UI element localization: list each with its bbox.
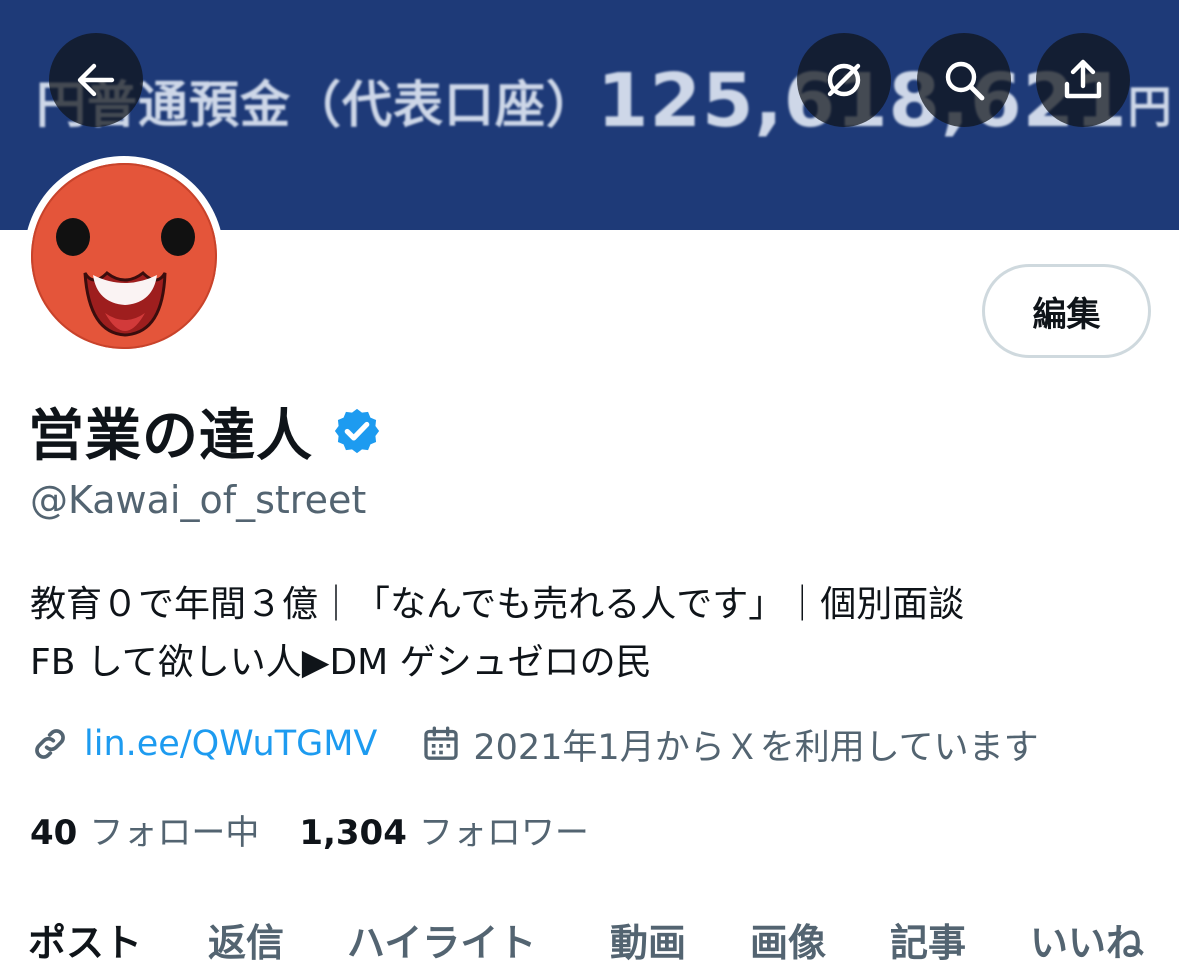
search-icon (945, 61, 985, 101)
tab-images[interactable]: 画像 (750, 912, 826, 966)
share-button[interactable] (1036, 33, 1130, 127)
user-handle: @Kawai_of_street (30, 478, 367, 522)
verified-badge-icon[interactable] (331, 405, 383, 457)
link-icon (35, 729, 65, 759)
profile-meta: lin.ee/QWuTGMV 2021年1月からＸを利用しています (30, 718, 1039, 770)
bio: 教育０で年間３億｜「なんでも売れる人です」｜個別面談 FB して欲しい人▶DM … (30, 576, 964, 692)
search-button[interactable] (917, 33, 1011, 127)
followers-label: フォロワー (418, 812, 589, 853)
tab-replies[interactable]: 返信 (208, 912, 284, 966)
followers-count: 1,304 (299, 812, 407, 853)
bio-line-1: 教育０で年間３億｜「なんでも売れる人です」｜個別面談 (30, 584, 965, 625)
tab-likes[interactable]: いいね (1030, 912, 1144, 966)
profile-link[interactable]: lin.ee/QWuTGMV (84, 724, 377, 764)
tab-posts[interactable]: ポスト (28, 912, 142, 966)
follow-stats: 40 フォロー中 1,304 フォロワー (30, 804, 589, 854)
tab-articles[interactable]: 記事 (890, 912, 966, 966)
banner-text-unit: 円 (1127, 82, 1173, 133)
avatar-image (31, 163, 217, 349)
arrow-left-icon (77, 63, 115, 97)
eye-slash-icon (827, 63, 861, 97)
bio-line-2: FB して欲しい人▶DM ゲシュゼロの民 (30, 642, 652, 683)
face-character-icon (56, 218, 195, 337)
tab-videos[interactable]: 動画 (610, 912, 686, 966)
avatar[interactable] (24, 156, 224, 356)
tab-highlights[interactable]: ハイライト (347, 912, 536, 966)
following-count: 40 (30, 812, 78, 853)
following-stat[interactable]: 40 フォロー中 (30, 805, 259, 854)
following-label: フォロー中 (89, 812, 260, 853)
followers-stat[interactable]: 1,304 フォロワー (299, 805, 589, 854)
edit-profile-button[interactable]: 編集 (982, 264, 1151, 358)
hide-button[interactable] (797, 33, 891, 127)
display-name: 営業の達人 (28, 403, 313, 469)
joined-date: 2021年1月からＸを利用しています (473, 727, 1039, 768)
back-button[interactable] (49, 33, 143, 127)
calendar-icon (424, 726, 459, 760)
name-row: 営業の達人 (28, 396, 383, 469)
share-icon (1064, 59, 1102, 99)
profile-tabs: ポスト 返信 ハイライト 動画 画像 記事 いいね (0, 912, 1179, 966)
